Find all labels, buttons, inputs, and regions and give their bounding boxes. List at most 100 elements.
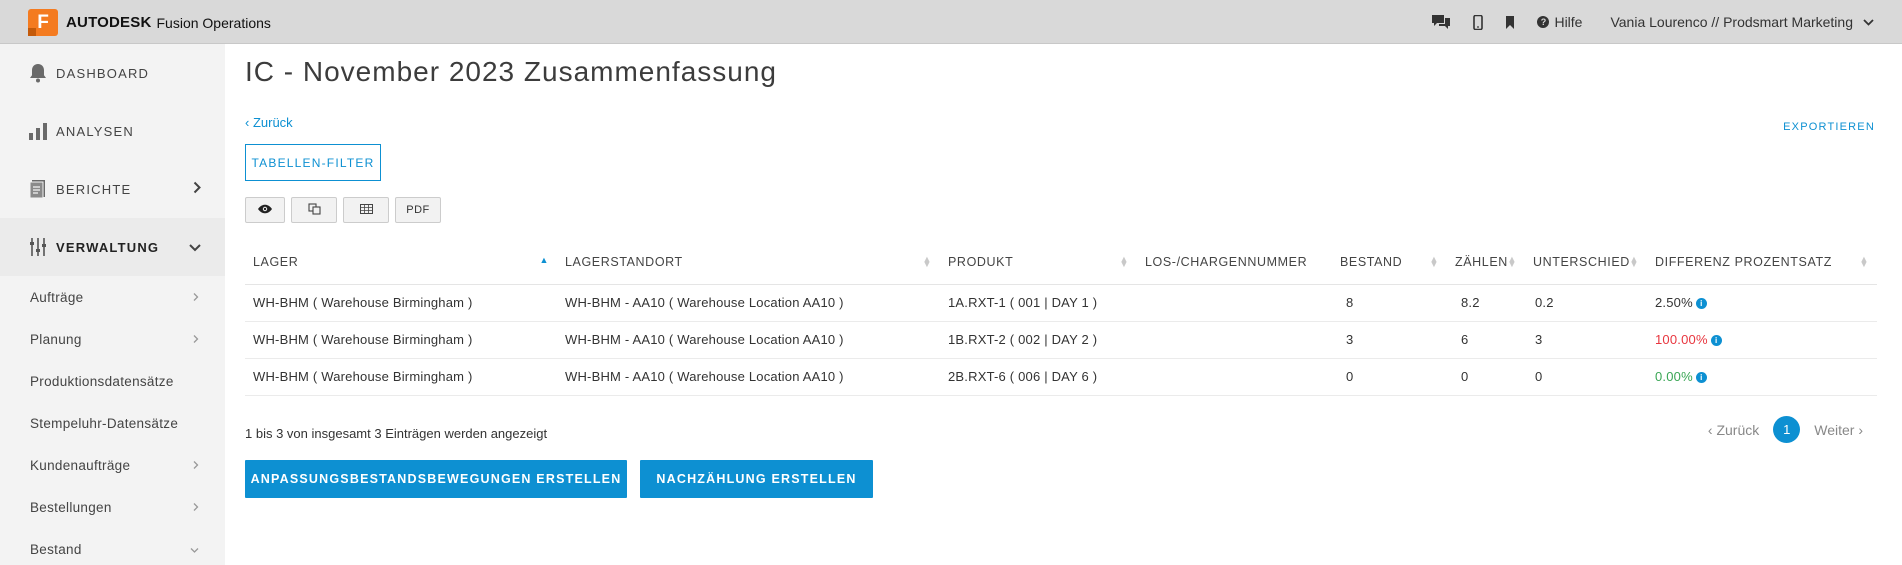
bar-chart-icon [28, 120, 48, 142]
column-visibility-button[interactable] [245, 197, 285, 223]
table-header-row: LAGER ▲ LAGERSTANDORT ▲ ▼ PRODUKT ▲ ▼ LOS-/CH… [245, 241, 1877, 285]
sidebar-subitem-bestand[interactable]: Bestand [0, 528, 225, 565]
copy-icon [307, 202, 321, 218]
table-cell [1137, 358, 1332, 396]
sidebar-item-dashboard[interactable]: DASHBOARD [0, 44, 225, 102]
sort-icon: ▲ ▼ [1119, 254, 1129, 270]
table-cell: WH-BHM - AA10 ( Warehouse Location AA10 … [557, 321, 940, 359]
table-cell: 8.2 [1447, 284, 1525, 322]
sidebar-subitem-produktionsdatensaetze[interactable]: Produktionsdatensätze [0, 360, 225, 402]
excel-export-button[interactable] [343, 197, 389, 223]
copy-button[interactable] [291, 197, 337, 223]
pagination-page[interactable]: 1 [1773, 416, 1801, 443]
sidebar-item-label: ANALYSEN [56, 123, 134, 139]
table-cell [1137, 321, 1332, 359]
info-icon[interactable]: i [1710, 335, 1722, 346]
sidebar-item-label: DASHBOARD [56, 65, 150, 81]
column-header[interactable]: LOS-/CHARGENNUMMER [1137, 241, 1332, 285]
difference-percent: 2.50% [1655, 295, 1693, 310]
difference-percent: 100.00% [1655, 332, 1708, 347]
brand-product: Fusion Operations [156, 14, 271, 31]
sidebar-subitem-label: Produktionsdatensätze [30, 373, 174, 389]
column-header[interactable]: PRODUKT ▲ ▼ [940, 241, 1137, 285]
table-filter-button[interactable]: TABELLEN-FILTER [245, 144, 381, 181]
sidebar-subitem-bestellungen[interactable]: Bestellungen [0, 486, 225, 528]
chevron-right-icon [193, 181, 201, 197]
chevron-down-icon [189, 240, 201, 255]
sidebar-subitem-label: Bestand [30, 541, 82, 557]
column-header[interactable]: ZÄHLEN ▲ ▼ [1447, 241, 1525, 285]
brand-name: AUTODESK [66, 14, 152, 31]
sliders-icon [28, 236, 48, 258]
sidebar-item-analysen[interactable]: ANALYSEN [0, 102, 225, 160]
table-cell: 2B.RXT-6 ( 006 | DAY 6 ) [940, 358, 1137, 396]
table-cell: WH-BHM ( Warehouse Birmingham ) [245, 321, 557, 359]
brand[interactable]: F AUTODESK Fusion Operations [28, 9, 271, 36]
column-header[interactable]: BESTAND ▲ ▼ [1332, 241, 1447, 285]
pdf-export-button[interactable]: PDF [395, 197, 441, 223]
chevron-right-icon [193, 458, 199, 473]
table-row: WH-BHM ( Warehouse Birmingham ) WH-BHM -… [245, 358, 1877, 396]
fusion-logo-icon: F [28, 9, 58, 36]
table-cell: 0.00% i [1647, 358, 1877, 396]
export-link[interactable]: EXPORTIEREN [1783, 121, 1875, 133]
table-cell: 0 [1525, 358, 1647, 396]
sort-icon: ▲ ▼ [922, 254, 932, 270]
create-recount-button[interactable]: NACHZÄHLUNG ERSTELLEN [640, 460, 873, 498]
eye-icon [257, 204, 273, 217]
pagination-prev[interactable]: ‹ Zurück [1708, 422, 1759, 438]
pagination-next[interactable]: Weiter › [1814, 422, 1863, 438]
column-header[interactable]: UNTERSCHIED ▲ ▼ [1525, 241, 1647, 285]
chevron-right-icon [193, 290, 199, 305]
back-label: Zurück [252, 115, 293, 130]
sidebar-subitem-auftraege[interactable]: Aufträge [0, 276, 225, 318]
user-menu[interactable]: Vania Lourenco // Prodsmart Marketing [1610, 14, 1853, 30]
sidebar-subitem-stempeluhr[interactable]: Stempeluhr-Datensätze [0, 402, 225, 444]
table-cell: 100.00% i [1647, 321, 1877, 359]
mobile-icon[interactable] [1473, 14, 1484, 30]
table-cell: WH-BHM - AA10 ( Warehouse Location AA10 … [557, 358, 940, 396]
sidebar-item-berichte[interactable]: BERICHTE [0, 160, 225, 218]
sidebar-subitem-label: Bestellungen [30, 499, 112, 515]
create-adjustment-movements-button[interactable]: ANPASSUNGSBESTANDSBEWEGUNGEN ERSTELLEN [245, 460, 627, 498]
pagination: ‹ Zurück 1 Weiter › [1708, 416, 1863, 443]
table-cell: 8 [1332, 284, 1447, 322]
sidebar-subitem-planung[interactable]: Planung [0, 318, 225, 360]
chat-icon[interactable] [1431, 14, 1451, 30]
column-header[interactable]: LAGER ▲ [245, 241, 557, 285]
info-icon[interactable]: i [1695, 298, 1707, 309]
entries-info: 1 bis 3 von insgesamt 3 Einträgen werden… [245, 426, 548, 441]
chevron-left-icon: ‹ [245, 115, 253, 130]
sidebar-subitem-kundenauftraege[interactable]: Kundenaufträge [0, 444, 225, 486]
table-cell: WH-BHM ( Warehouse Birmingham ) [245, 284, 557, 322]
table-cell: WH-BHM ( Warehouse Birmingham ) [245, 358, 557, 396]
sort-icon: ▲ ▼ [1629, 254, 1639, 270]
table-toolbar: PDF [245, 197, 441, 223]
page-title: IC - November 2023 Zusammenfassung [245, 56, 777, 87]
difference-percent: 0.00% [1655, 369, 1693, 384]
table-row: WH-BHM ( Warehouse Birmingham ) WH-BHM -… [245, 284, 1877, 322]
sidebar: DASHBOARD ANALYSEN BERICHTE VERWALTUNG A… [0, 44, 225, 565]
table-cell [1137, 284, 1332, 322]
table-cell: 6 [1447, 321, 1525, 359]
sidebar-item-label: BERICHTE [56, 181, 132, 197]
table-cell: 1A.RXT-1 ( 001 | DAY 1 ) [940, 284, 1137, 322]
table-cell: 0 [1447, 358, 1525, 396]
back-link[interactable]: ‹ Zurück [245, 115, 293, 130]
table-cell: WH-BHM - AA10 ( Warehouse Location AA10 … [557, 284, 940, 322]
table-row: WH-BHM ( Warehouse Birmingham ) WH-BHM -… [245, 321, 1877, 359]
bookmark-icon[interactable] [1505, 15, 1515, 29]
chevron-down-icon[interactable] [1863, 14, 1874, 30]
sidebar-subitem-label: Planung [30, 331, 82, 347]
report-icon [28, 178, 48, 200]
top-actions: ? Hilfe Vania Lourenco // Prodsmart Mark… [1409, 0, 1874, 44]
column-header[interactable]: LAGERSTANDORT ▲ ▼ [557, 241, 940, 285]
sidebar-item-verwaltung[interactable]: VERWALTUNG [0, 218, 225, 276]
table-cell: 2.50% i [1647, 284, 1877, 322]
chevron-right-icon [193, 500, 199, 515]
help-link[interactable]: ? Hilfe [1537, 14, 1582, 30]
info-icon[interactable]: i [1695, 372, 1707, 383]
sort-icon: ▲ ▼ [1859, 254, 1869, 270]
column-header[interactable]: DIFFERENZ PROZENTSATZ ▲ ▼ [1647, 241, 1877, 285]
sort-asc-icon: ▲ [539, 255, 549, 265]
